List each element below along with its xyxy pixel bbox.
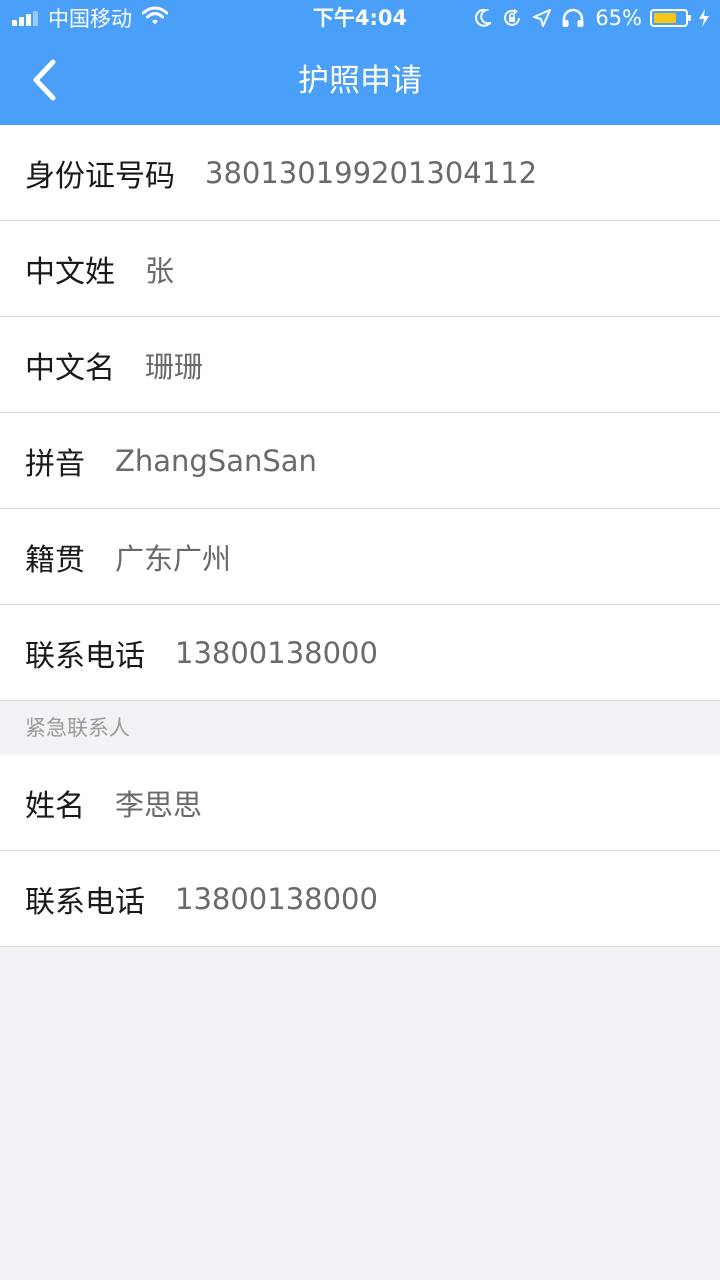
surname-value: 张	[145, 253, 175, 288]
battery-icon	[650, 9, 691, 27]
phone-row[interactable]: 联系电话 13800138000	[0, 605, 720, 701]
phone-label: 联系电话	[25, 638, 145, 674]
page-title: 护照申请	[298, 63, 422, 99]
moon-icon	[475, 9, 492, 27]
native-place-value: 广东广州	[115, 541, 232, 576]
native-place-label: 籍贯	[25, 542, 85, 578]
battery-percent: 65%	[595, 6, 642, 30]
app-header: 中国移动 下午4:04 65% 护照申请	[0, 0, 720, 125]
phone-value: 13800138000	[175, 635, 378, 670]
orientation-lock-icon	[501, 7, 523, 29]
location-icon	[533, 9, 552, 27]
given-name-value: 珊珊	[145, 349, 204, 384]
nav-bar: 护照申请	[0, 38, 720, 125]
surname-label: 中文姓	[25, 254, 115, 290]
applicant-info-section: 身份证号码 380130199201304112 中文姓 张 中文名 珊珊 拼音…	[0, 125, 720, 701]
emergency-phone-row[interactable]: 联系电话 13800138000	[0, 851, 720, 947]
pinyin-row[interactable]: 拼音 ZhangSanSan	[0, 413, 720, 509]
emergency-contact-section: 姓名 李思思 联系电话 13800138000	[0, 755, 720, 947]
emergency-phone-value: 13800138000	[175, 881, 378, 916]
emergency-phone-label: 联系电话	[25, 884, 145, 920]
pinyin-label: 拼音	[25, 446, 85, 482]
id-number-label: 身份证号码	[25, 158, 175, 194]
status-bar-right: 65%	[465, 5, 710, 31]
given-name-row[interactable]: 中文名 珊珊	[0, 317, 720, 413]
surname-row[interactable]: 中文姓 张	[0, 221, 720, 317]
id-number-value: 380130199201304112	[205, 155, 538, 190]
charging-icon	[698, 8, 710, 28]
emergency-contact-header: 紧急联系人	[0, 701, 720, 755]
emergency-name-row[interactable]: 姓名 李思思	[0, 755, 720, 851]
status-bar: 中国移动 下午4:04 65%	[0, 0, 720, 38]
pinyin-value: ZhangSanSan	[115, 443, 317, 478]
emergency-name-value: 李思思	[115, 787, 203, 822]
native-place-row[interactable]: 籍贯 广东广州	[0, 509, 720, 605]
id-number-row[interactable]: 身份证号码 380130199201304112	[0, 125, 720, 221]
emergency-name-label: 姓名	[25, 788, 85, 824]
given-name-label: 中文名	[25, 350, 115, 386]
headphones-icon	[561, 8, 585, 28]
